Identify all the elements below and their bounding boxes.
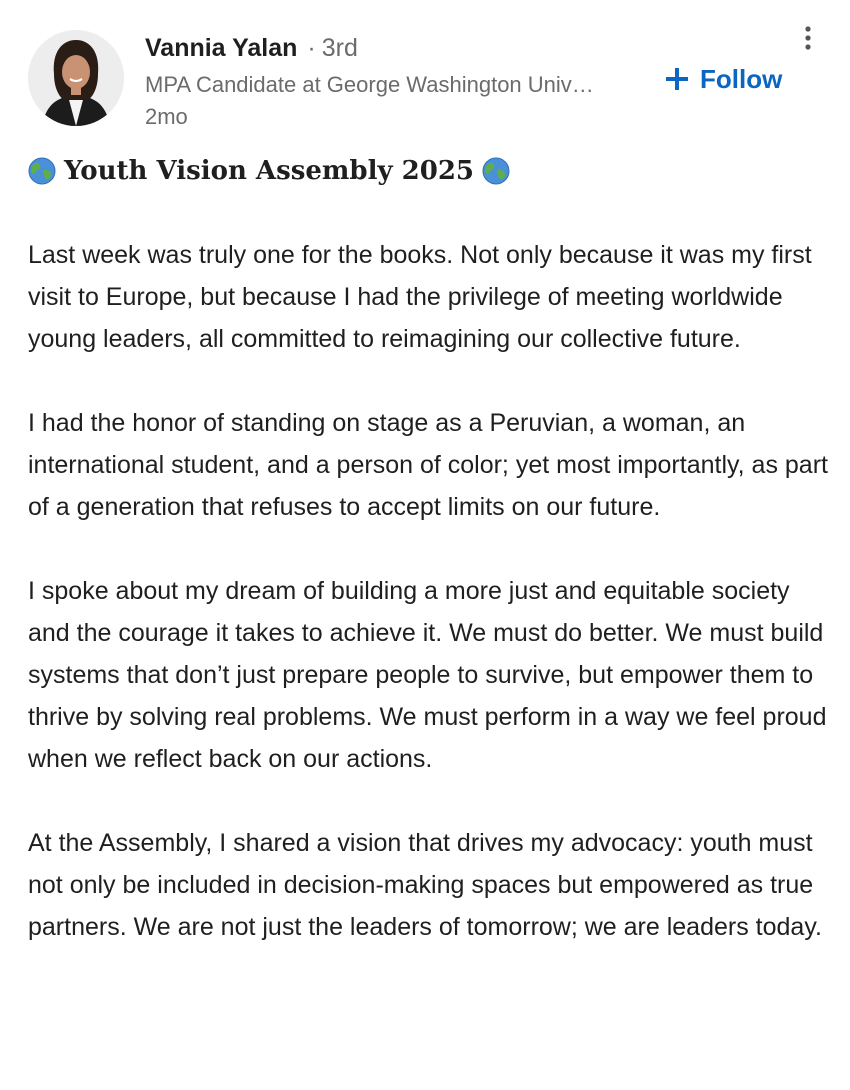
post-paragraph: I had the honor of standing on stage as … — [28, 409, 828, 521]
more-options-button[interactable] — [798, 24, 818, 56]
globe-icon — [482, 157, 510, 185]
post-title: Youth Vision Assembly 2025 — [28, 150, 828, 192]
profile-photo-icon — [28, 30, 124, 126]
post-paragraph: Last week was truly one for the books. N… — [28, 241, 812, 353]
author-name[interactable]: Vannia Yalan — [145, 34, 297, 62]
globe-icon — [28, 157, 56, 185]
plus-icon — [666, 68, 688, 90]
connection-degree: 3rd — [321, 34, 358, 62]
post-title-text: Youth Vision Assembly 2025 — [64, 156, 474, 186]
post-paragraph: I spoke about my dream of building a mor… — [28, 577, 827, 773]
post-timestamp: 2mo — [145, 104, 188, 129]
follow-button[interactable]: Follow — [664, 60, 782, 98]
post-paragraph: At the Assembly, I shared a vision that … — [28, 829, 822, 941]
post-body: Youth Vision Assembly 2025 Last week was… — [28, 150, 828, 948]
author-avatar[interactable] — [28, 30, 124, 126]
vertical-ellipsis-icon — [805, 26, 811, 50]
author-headline: MPA Candidate at George Washington Unive… — [145, 72, 595, 97]
bottom-fade — [0, 1030, 850, 1090]
separator-dot: · — [307, 34, 316, 62]
author-line: Vannia Yalan · 3rd — [145, 32, 358, 64]
follow-label: Follow — [700, 63, 783, 94]
post-header: Vannia Yalan · 3rd MPA Candidate at George… — [28, 26, 828, 130]
